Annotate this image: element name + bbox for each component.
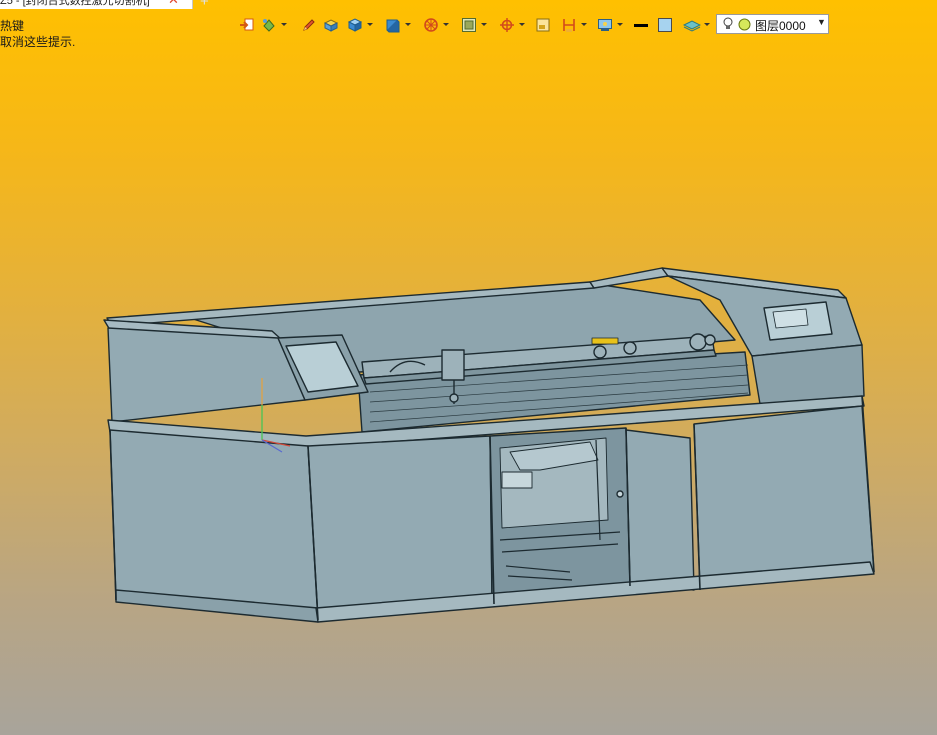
frame-view-button[interactable] — [459, 14, 479, 36]
cabinet-left-side — [109, 429, 319, 621]
solid-shade-icon — [386, 19, 400, 33]
line-color-icon — [634, 24, 648, 27]
layer-select[interactable]: 图层0000 ▼ — [716, 14, 829, 34]
door-handle[interactable] — [616, 490, 624, 498]
display-dropdown[interactable] — [616, 20, 624, 30]
layer-dot-icon — [738, 18, 751, 31]
interior-box — [501, 471, 533, 489]
layer-name: 图层0000 — [755, 19, 806, 33]
paint-bucket-button[interactable] — [259, 14, 279, 36]
extrude-button[interactable] — [321, 14, 341, 36]
laser-tube-accent — [591, 337, 619, 345]
cabinet-door[interactable] — [625, 429, 695, 591]
wheel-dropdown[interactable] — [442, 20, 450, 30]
frame-dropdown[interactable] — [480, 20, 488, 30]
dimension-icon — [563, 19, 575, 32]
extrude-icon — [323, 19, 339, 32]
display-button[interactable] — [595, 14, 615, 36]
line-color-button[interactable] — [631, 14, 651, 36]
document-tab-title: Z5 - [封闭台式数控激光切割机] — [0, 0, 150, 7]
sketch-exit-icon — [240, 18, 254, 31]
right-housing-side — [751, 344, 865, 405]
box-button[interactable] — [345, 14, 365, 36]
box-dropdown[interactable] — [366, 20, 374, 30]
shade-dropdown[interactable] — [404, 20, 412, 30]
close-icon[interactable]: ✕ — [168, 0, 179, 7]
target-icon — [500, 18, 514, 32]
fill-color-button[interactable] — [655, 14, 675, 36]
dimension-button[interactable] — [559, 14, 579, 36]
laser-cutter-model[interactable] — [103, 267, 875, 623]
left-housing-front — [107, 327, 306, 423]
new-tab-icon[interactable]: + — [200, 0, 209, 10]
small-square-icon — [536, 18, 550, 32]
layer-stack-dropdown[interactable] — [703, 20, 711, 30]
small-square-button[interactable] — [533, 14, 553, 36]
document-tab-strip: Z5 - [封闭台式数控激光切割机] ✕ + — [0, 0, 937, 10]
chevron-down-icon: ▼ — [817, 17, 826, 27]
3d-viewport[interactable] — [0, 40, 937, 735]
paint-bucket-icon — [263, 19, 275, 32]
dimension-dropdown[interactable] — [580, 20, 588, 30]
layer-stack-icon — [683, 20, 701, 32]
sketch-exit-button[interactable] — [237, 14, 257, 36]
wheel-button[interactable] — [421, 14, 441, 36]
pencil-icon — [303, 19, 315, 31]
wheel-icon — [424, 18, 438, 32]
cabinet-front-right — [693, 405, 875, 589]
display-icon — [598, 19, 612, 31]
cabinet-front-left — [307, 435, 493, 619]
fill-color-icon — [658, 18, 672, 32]
hint-hotkeys: 热键 — [0, 19, 25, 33]
target-button[interactable] — [497, 14, 517, 36]
document-tab[interactable]: Z5 - [封闭台式数控激光切割机] ✕ — [0, 0, 193, 9]
paint-dropdown[interactable] — [280, 20, 288, 30]
control-screen-display — [772, 308, 809, 329]
pencil-button[interactable] — [299, 14, 319, 36]
top-rail-right — [589, 267, 669, 289]
solid-shade-button[interactable] — [383, 14, 403, 36]
box-icon — [347, 18, 363, 32]
target-dropdown[interactable] — [518, 20, 526, 30]
bulb-icon — [723, 17, 733, 29]
layer-stack-button[interactable] — [681, 14, 701, 36]
frame-view-icon — [462, 18, 476, 32]
